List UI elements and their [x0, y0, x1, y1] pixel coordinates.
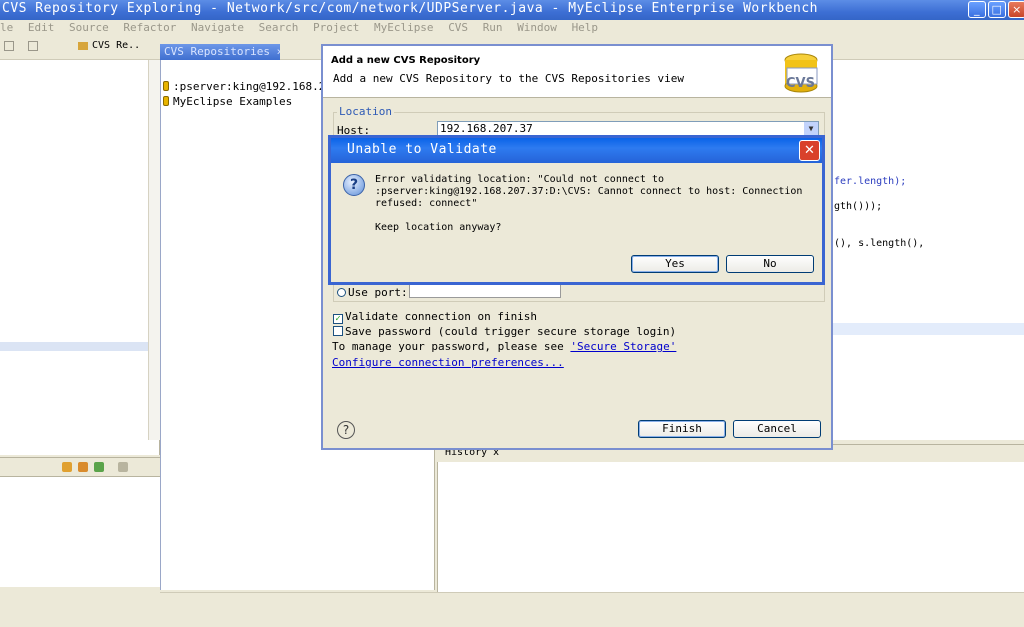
use-port-label: Use port: [348, 286, 408, 299]
no-button[interactable]: No [726, 255, 814, 273]
left-lower-panel [0, 477, 160, 587]
commit-icon[interactable] [94, 462, 104, 472]
toolbar-save-icon[interactable] [28, 41, 38, 51]
repository-icon [163, 96, 169, 106]
finish-button[interactable]: Finish [638, 420, 726, 438]
configure-preferences-row: Configure connection preferences... [332, 356, 564, 369]
menu-icon[interactable] [118, 462, 128, 472]
window-title: CVS Repository Exploring - Network/src/c… [2, 1, 819, 16]
yes-button[interactable]: Yes [631, 255, 719, 273]
radio-icon[interactable] [337, 288, 346, 297]
cvs-logo-text: CVS [786, 76, 815, 91]
port-input[interactable] [409, 284, 561, 298]
menu-refactor[interactable]: Refactor [123, 21, 176, 34]
chevron-down-icon[interactable]: ▼ [804, 122, 818, 135]
validate-label: Validate connection on finish [345, 310, 538, 323]
repository-icon [163, 81, 169, 91]
checkbox-icon[interactable] [333, 326, 343, 336]
bottom-strip [0, 612, 1024, 627]
cvs-perspective-icon[interactable] [78, 42, 88, 50]
left-lower-toolbar [0, 457, 160, 477]
question-icon: ? [343, 174, 365, 196]
history-view [437, 462, 1024, 592]
menu-myeclipse[interactable]: MyEclipse [374, 21, 434, 34]
validate-connection-checkbox[interactable]: ✓ Validate connection on finish [333, 310, 537, 324]
manage-password-text: To manage your password, please see 'Sec… [332, 340, 677, 353]
cancel-button[interactable]: Cancel [733, 420, 821, 438]
dialog-subheading: Add a new CVS Repository to the CVS Repo… [333, 72, 684, 85]
window-titlebar[interactable]: CVS Repository Exploring - Network/src/c… [0, 0, 1024, 20]
location-group-label: Location [337, 105, 394, 118]
menu-window[interactable]: Window [517, 21, 557, 34]
tree-item-myeclipse-examples[interactable]: MyEclipse Examples [163, 95, 292, 108]
editor-current-line [822, 323, 1024, 335]
validate-dialog-titlebar[interactable]: Unable to Validate ✕ [331, 138, 822, 163]
menu-file[interactable]: le [0, 21, 13, 34]
dialog-header: Add a new CVS Repository Add a new CVS R… [323, 46, 831, 98]
minimize-button[interactable]: _ [968, 1, 986, 18]
perspective-label[interactable]: CVS Re.. [92, 40, 140, 51]
save-password-label: Save password (could trigger secure stor… [345, 325, 677, 338]
menu-help[interactable]: Help [572, 21, 599, 34]
unable-to-validate-dialog: Unable to Validate ✕ ? Error validating … [328, 135, 825, 285]
cvs-tab-label: CVS Repositories [164, 45, 270, 58]
maximize-button[interactable]: □ [988, 1, 1006, 18]
code-line: gth())); [834, 201, 883, 212]
error-message: Error validating location: "Could not co… [375, 174, 803, 209]
tree-item-label: :pserver:king@192.168.20 [173, 80, 332, 93]
menu-search[interactable]: Search [259, 21, 299, 34]
editor-area[interactable] [822, 60, 1024, 440]
use-port-option[interactable]: Use port: [337, 286, 408, 299]
menu-navigate[interactable]: Navigate [191, 21, 244, 34]
help-icon[interactable]: ? [337, 421, 355, 439]
tree-item-label: MyEclipse Examples [173, 95, 293, 108]
validate-dialog-title: Unable to Validate [347, 142, 497, 157]
save-password-checkbox[interactable]: Save password (could trigger secure stor… [333, 325, 676, 338]
menu-cvs[interactable]: CVS [448, 21, 468, 34]
configure-connection-link[interactable]: Configure connection preferences... [332, 356, 564, 369]
secure-storage-link[interactable]: 'Secure Storage' [570, 340, 676, 353]
menu-edit[interactable]: Edit [28, 21, 55, 34]
left-view-panel [0, 60, 160, 455]
menu-source[interactable]: Source [69, 21, 109, 34]
tab-cvs-repositories[interactable]: CVS Repositories × [160, 44, 280, 60]
menu-run[interactable]: Run [483, 21, 503, 34]
refresh-icon[interactable] [78, 462, 88, 472]
menu-project[interactable]: Project [313, 21, 359, 34]
left-view-scrollbar[interactable] [148, 60, 160, 440]
toolbar-new-icon[interactable] [4, 41, 14, 51]
checkmark-icon[interactable]: ✓ [333, 314, 343, 324]
host-value: 192.168.207.37 [440, 122, 533, 135]
code-line: (), s.length(), [834, 238, 925, 249]
left-view-selection [0, 342, 160, 351]
host-combo[interactable]: 192.168.207.37 ▼ [437, 121, 819, 136]
status-bar [160, 592, 1024, 612]
tree-item-pserver[interactable]: :pserver:king@192.168.20 [163, 80, 332, 93]
keep-location-question: Keep location anyway? [375, 222, 502, 233]
menu-bar: le Edit Source Refactor Navigate Search … [0, 20, 1024, 36]
close-button[interactable]: × [1008, 1, 1024, 18]
sync-icon[interactable] [62, 462, 72, 472]
dialog-heading: Add a new CVS Repository [331, 55, 481, 66]
close-icon[interactable]: ✕ [799, 140, 820, 161]
code-line: fer.length); [834, 176, 907, 187]
